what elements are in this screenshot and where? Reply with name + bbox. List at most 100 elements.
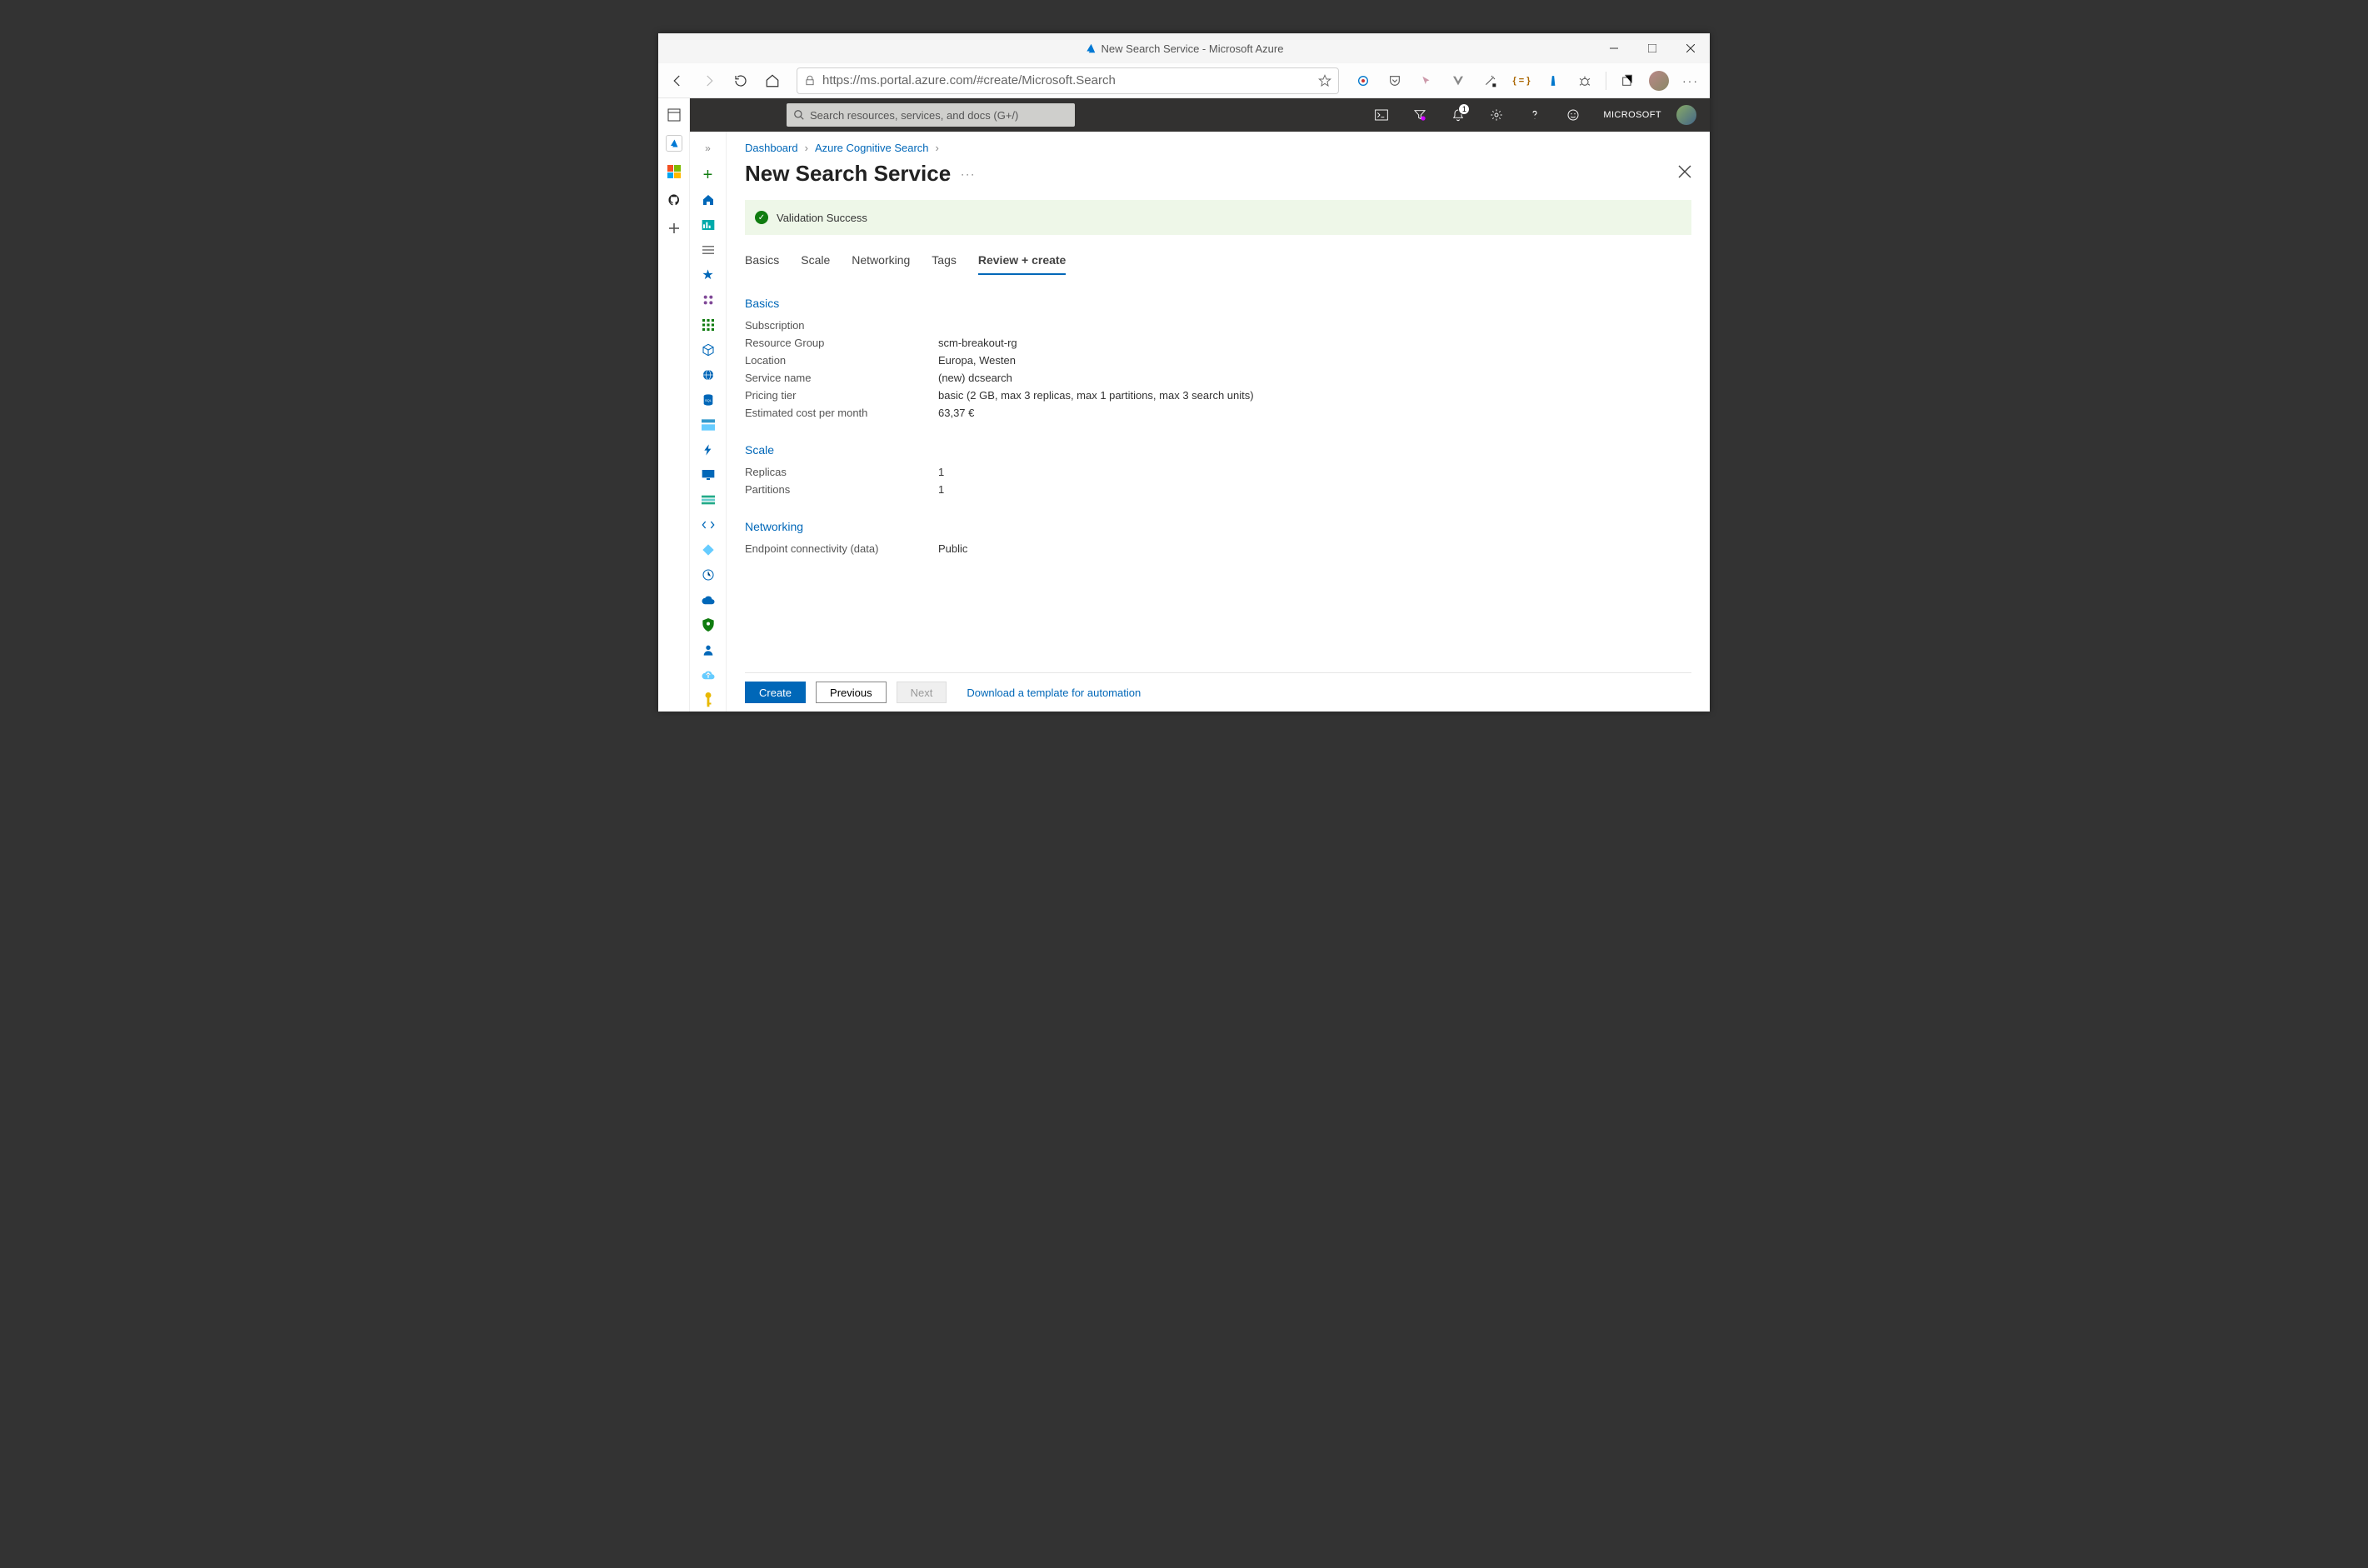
wand-ext-icon[interactable] bbox=[1476, 67, 1504, 95]
refresh-button[interactable] bbox=[727, 67, 755, 95]
nav-globe-icon[interactable] bbox=[697, 363, 720, 387]
nav-expand-icon[interactable]: » bbox=[697, 137, 720, 160]
sidebar-azure-icon[interactable] bbox=[666, 135, 682, 152]
tab-basics[interactable]: Basics bbox=[745, 253, 779, 275]
kv-key: Estimated cost per month bbox=[745, 407, 938, 419]
brackets-ext-icon[interactable]: { = } bbox=[1507, 67, 1536, 95]
chevron-right-icon: › bbox=[936, 142, 939, 154]
window-close-button[interactable] bbox=[1671, 33, 1710, 63]
more-menu-button[interactable]: ··· bbox=[1676, 67, 1705, 95]
feedback-icon[interactable] bbox=[1558, 98, 1588, 132]
extension-icon[interactable] bbox=[1349, 67, 1377, 95]
wizard-tabs: Basics Scale Networking Tags Review + cr… bbox=[745, 253, 1691, 275]
nav-code-icon[interactable] bbox=[697, 513, 720, 537]
cursor-ext-icon[interactable] bbox=[1412, 67, 1441, 95]
sidebar-tabs-icon[interactable] bbox=[666, 107, 682, 123]
kv-row: Subscription bbox=[745, 317, 1691, 334]
breadcrumb-item-dashboard[interactable]: Dashboard bbox=[745, 142, 798, 154]
window-minimize-button[interactable] bbox=[1595, 33, 1633, 63]
address-bar[interactable]: https://ms.portal.azure.com/#create/Micr… bbox=[797, 67, 1339, 94]
window-title: New Search Service - Microsoft Azure bbox=[1102, 42, 1284, 55]
next-button: Next bbox=[897, 682, 947, 703]
home-button[interactable] bbox=[758, 67, 787, 95]
directory-filter-icon[interactable] bbox=[1405, 98, 1435, 132]
kv-row: LocationEuropa, Westen bbox=[745, 352, 1691, 369]
sidebar-add-icon[interactable] bbox=[666, 220, 682, 237]
nav-storage-icon[interactable] bbox=[697, 413, 720, 437]
nav-home-icon[interactable] bbox=[697, 188, 720, 212]
kv-row: Resource Groupscm-breakout-rg bbox=[745, 334, 1691, 352]
kv-key: Partitions bbox=[745, 483, 938, 496]
breadcrumb-item-search[interactable]: Azure Cognitive Search bbox=[815, 142, 929, 154]
nav-monitor-icon[interactable] bbox=[697, 463, 720, 487]
help-icon[interactable] bbox=[1520, 98, 1550, 132]
nav-cube-icon[interactable] bbox=[697, 338, 720, 362]
browser-window: New Search Service - Microsoft Azure bbox=[658, 33, 1710, 712]
account-avatar[interactable] bbox=[1676, 105, 1696, 125]
browser-toolbar: https://ms.portal.azure.com/#create/Micr… bbox=[658, 63, 1710, 98]
kv-value: 63,37 € bbox=[938, 407, 974, 419]
azure-logo-icon bbox=[1085, 42, 1097, 54]
sidebar-microsoft-icon[interactable] bbox=[666, 163, 682, 180]
bug-ext-icon[interactable] bbox=[1571, 67, 1599, 95]
nav-cloudup-icon[interactable] bbox=[697, 663, 720, 687]
favorite-icon[interactable] bbox=[1318, 74, 1331, 87]
nav-all-services-icon[interactable] bbox=[697, 238, 720, 262]
nav-sql-icon[interactable]: SQL bbox=[697, 388, 720, 412]
kv-key: Pricing tier bbox=[745, 389, 938, 402]
download-template-link[interactable]: Download a template for automation bbox=[967, 687, 1141, 699]
nav-dashboard-icon[interactable] bbox=[697, 213, 720, 237]
sidebar-github-icon[interactable] bbox=[666, 192, 682, 208]
collections-icon[interactable] bbox=[1613, 67, 1641, 95]
nav-resource-icon[interactable] bbox=[697, 288, 720, 312]
nav-favorites-icon[interactable]: ★ bbox=[697, 263, 720, 287]
address-url: https://ms.portal.azure.com/#create/Micr… bbox=[822, 73, 1311, 87]
page-title: New Search Service bbox=[745, 161, 951, 187]
portal-search-input[interactable] bbox=[810, 109, 1068, 122]
window-maximize-button[interactable] bbox=[1633, 33, 1671, 63]
page-more-icon[interactable]: ··· bbox=[961, 168, 976, 180]
vue-ext-icon[interactable] bbox=[1444, 67, 1472, 95]
kv-value: 1 bbox=[938, 483, 944, 496]
lighthouse-ext-icon[interactable] bbox=[1539, 67, 1567, 95]
blade-content: Dashboard › Azure Cognitive Search › New… bbox=[727, 132, 1710, 712]
nav-layers-icon[interactable] bbox=[697, 488, 720, 512]
tab-networking[interactable]: Networking bbox=[852, 253, 910, 275]
kv-value: basic (2 GB, max 3 replicas, max 1 parti… bbox=[938, 389, 1254, 402]
chevron-right-icon: › bbox=[805, 142, 808, 154]
validation-message: Validation Success bbox=[777, 212, 867, 224]
nav-clock-icon[interactable] bbox=[697, 563, 720, 587]
forward-button[interactable] bbox=[695, 67, 723, 95]
tab-scale[interactable]: Scale bbox=[801, 253, 830, 275]
cloud-shell-icon[interactable] bbox=[1366, 98, 1396, 132]
nav-functions-icon[interactable] bbox=[697, 438, 720, 462]
nav-create-icon[interactable]: + bbox=[697, 163, 720, 187]
create-button[interactable]: Create bbox=[745, 682, 806, 703]
validation-banner: ✓ Validation Success bbox=[745, 200, 1691, 235]
tab-tags[interactable]: Tags bbox=[932, 253, 957, 275]
profile-avatar[interactable] bbox=[1645, 67, 1673, 95]
kv-key: Subscription bbox=[745, 319, 938, 332]
nav-person-icon[interactable] bbox=[697, 638, 720, 662]
nav-shield-icon[interactable] bbox=[697, 613, 720, 637]
check-circle-icon: ✓ bbox=[755, 211, 768, 224]
kv-value: Public bbox=[938, 542, 967, 555]
notifications-icon[interactable] bbox=[1443, 98, 1473, 132]
blade-close-button[interactable] bbox=[1678, 165, 1691, 178]
kv-row: Partitions1 bbox=[745, 481, 1691, 498]
pocket-icon[interactable] bbox=[1381, 67, 1409, 95]
nav-grid-icon[interactable] bbox=[697, 313, 720, 337]
kv-row: Pricing tierbasic (2 GB, max 3 replicas,… bbox=[745, 387, 1691, 404]
portal-topbar: MICROSOFT bbox=[690, 98, 1710, 132]
kv-value: scm-breakout-rg bbox=[938, 337, 1017, 349]
nav-diamond-icon[interactable] bbox=[697, 538, 720, 562]
kv-key: Replicas bbox=[745, 466, 938, 478]
nav-cloud-icon[interactable] bbox=[697, 588, 720, 612]
account-label[interactable]: MICROSOFT bbox=[1603, 110, 1661, 120]
tab-review-create[interactable]: Review + create bbox=[978, 253, 1066, 275]
back-button[interactable] bbox=[663, 67, 692, 95]
nav-key-icon[interactable] bbox=[697, 688, 720, 712]
portal-search[interactable] bbox=[787, 103, 1075, 127]
settings-icon[interactable] bbox=[1481, 98, 1511, 132]
previous-button[interactable]: Previous bbox=[816, 682, 887, 703]
